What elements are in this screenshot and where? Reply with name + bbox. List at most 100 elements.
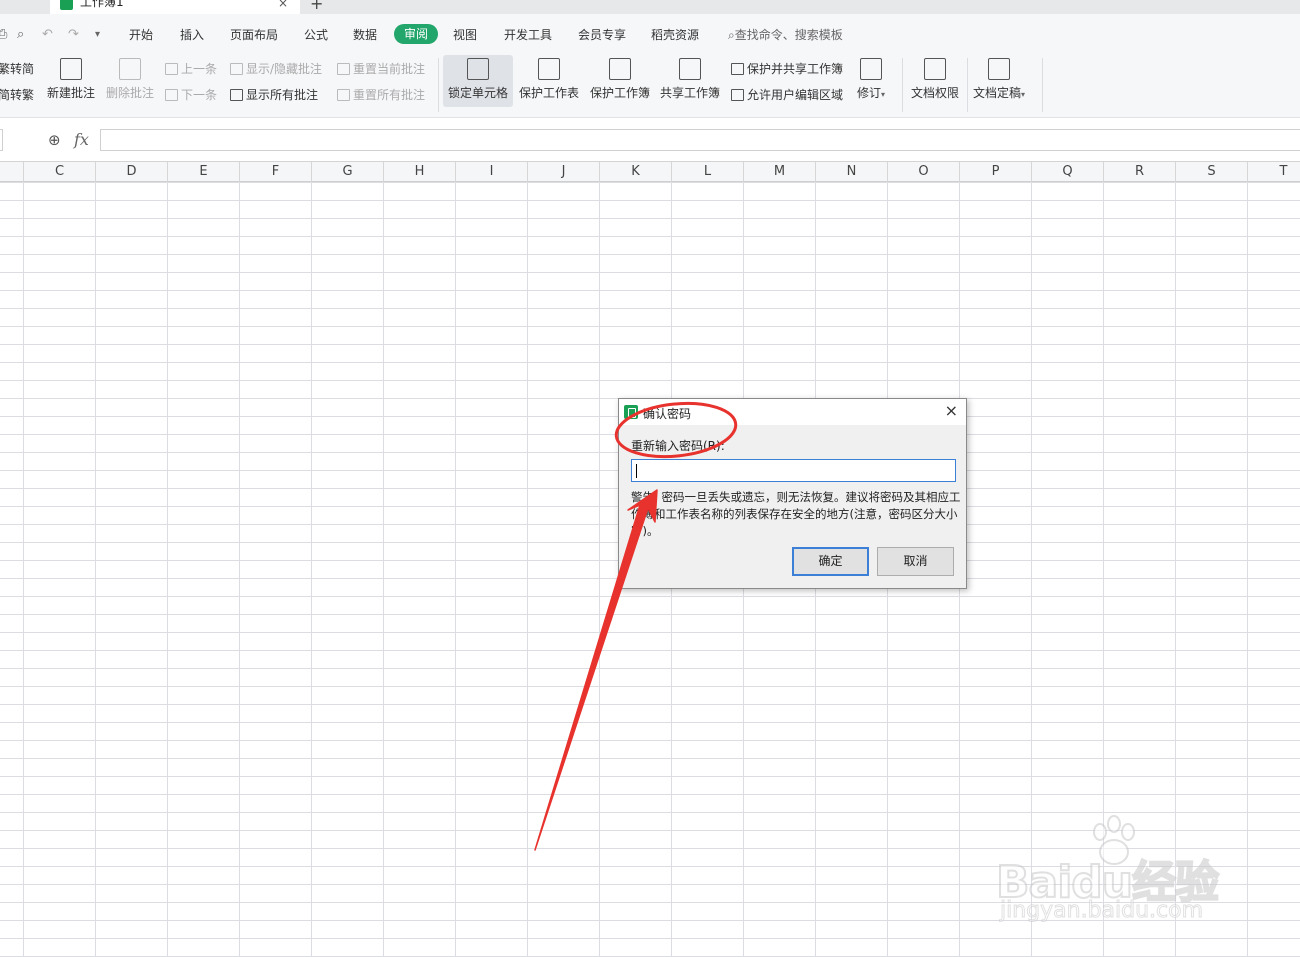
show-hide-comment-button[interactable]: 显示/隐藏批注 [230, 60, 322, 77]
command-search[interactable]: ⌕查找命令、搜索模板 [728, 26, 843, 43]
column-header-g[interactable]: G [312, 162, 384, 182]
ribbon-separator [438, 58, 439, 112]
name-box[interactable] [0, 129, 3, 151]
menu-docer[interactable]: 稻壳资源 [651, 26, 699, 43]
zoom-icon[interactable]: ⊕ [48, 131, 61, 149]
share-workbook-button[interactable]: 共享工作簿 [660, 58, 720, 101]
show-hide-comment-icon [230, 63, 243, 75]
simp-to-trad-button[interactable]: 简转繁 [0, 86, 34, 103]
protect-and-share-label: 保护并共享工作簿 [747, 62, 844, 76]
insert-function-icon[interactable]: fx [74, 130, 89, 149]
reset-all-comments-button[interactable]: 重置所有批注 [337, 86, 425, 103]
column-header-k[interactable]: K [600, 162, 672, 182]
column-header-e[interactable]: E [168, 162, 240, 182]
column-headers: C D E F G H I J K L M N O P Q R S T [0, 161, 1300, 182]
password-input[interactable] [631, 459, 956, 482]
new-tab-button[interactable]: + [310, 0, 323, 13]
reset-current-comment-icon [337, 63, 350, 75]
column-header-f[interactable]: F [240, 162, 312, 182]
ok-button[interactable]: 确定 [792, 547, 869, 576]
undo-icon[interactable]: ↶ [42, 27, 53, 42]
redo-icon[interactable]: ↷ [68, 27, 79, 42]
grid-line [383, 182, 384, 957]
prev-comment-icon [165, 63, 178, 75]
column-header-t[interactable]: T [1248, 162, 1300, 182]
print-preview-icon[interactable]: ⌕ [17, 27, 24, 42]
menu-formulas[interactable]: 公式 [304, 26, 328, 43]
grid-line [599, 182, 600, 957]
menu-view[interactable]: 视图 [453, 26, 477, 43]
show-hide-comment-label: 显示/隐藏批注 [246, 62, 323, 76]
grid-line [239, 182, 240, 957]
lock-cell-icon [467, 58, 489, 80]
menu-home[interactable]: 开始 [129, 26, 153, 43]
menu-insert[interactable]: 插入 [180, 26, 204, 43]
dialog-titlebar[interactable]: 确认密码 × [619, 399, 966, 425]
lock-cell-button[interactable]: 锁定单元格 [443, 55, 513, 107]
menu-review[interactable]: 审阅 [394, 24, 438, 44]
column-header-i[interactable]: I [456, 162, 528, 182]
baidu-jingyan-watermark: Baidu经验 jingyan.baidu.com [995, 812, 1236, 932]
column-header-s[interactable]: S [1176, 162, 1248, 182]
show-all-comments-icon [230, 89, 243, 101]
column-header-j[interactable]: J [528, 162, 600, 182]
cancel-button[interactable]: 取消 [877, 547, 954, 576]
text-caret [636, 464, 637, 478]
protect-sheet-button[interactable]: 保护工作表 [519, 58, 579, 101]
formula-input[interactable] [100, 129, 1300, 151]
column-header-partial[interactable] [0, 162, 24, 182]
menu-member[interactable]: 会员专享 [578, 26, 626, 43]
doc-permissions-button[interactable]: 文档权限 [911, 58, 959, 101]
trad-to-simp-button[interactable]: 繁转简 [0, 60, 34, 77]
reenter-password-label: 重新输入密码(R): [631, 439, 725, 453]
column-header-n[interactable]: N [816, 162, 888, 182]
protect-and-share-button[interactable]: 保护并共享工作簿 [731, 60, 843, 77]
quick-access-dropdown-icon[interactable]: ▾ [95, 29, 100, 40]
column-header-d[interactable]: D [96, 162, 168, 182]
column-header-r[interactable]: R [1104, 162, 1176, 182]
column-header-l[interactable]: L [672, 162, 744, 182]
allow-edit-ranges-button[interactable]: 允许用户编辑区域 [731, 86, 843, 103]
menu-developer[interactable]: 开发工具 [504, 26, 552, 43]
next-comment-button[interactable]: 下一条 [165, 86, 217, 103]
column-header-m[interactable]: M [744, 162, 816, 182]
close-icon[interactable]: × [945, 401, 958, 420]
grid-line [455, 182, 456, 957]
watermark-url: jingyan.baidu.com [999, 898, 1204, 924]
column-header-c[interactable]: C [24, 162, 96, 182]
menu-data[interactable]: 数据 [353, 26, 377, 43]
doc-finalize-button[interactable]: 文档定稿▾ [973, 58, 1025, 101]
save-icon[interactable]: ⎙ [0, 27, 7, 42]
track-changes-dropdown-icon: ▾ [881, 90, 886, 99]
doc-permissions-icon [924, 58, 946, 80]
column-header-q[interactable]: Q [1032, 162, 1104, 182]
menu-page-layout[interactable]: 页面布局 [230, 26, 278, 43]
doc-finalize-icon [988, 58, 1011, 80]
grid-line [1247, 182, 1248, 957]
new-comment-button[interactable]: 新建批注 [47, 58, 95, 101]
protect-sheet-label: 保护工作表 [519, 86, 580, 100]
show-all-comments-button[interactable]: 显示所有批注 [230, 86, 318, 103]
doc-finalize-label: 文档定稿 [973, 86, 1022, 100]
grid-line [527, 182, 528, 957]
delete-comment-button[interactable]: 删除批注 [106, 58, 154, 101]
ribbon-separator [902, 58, 903, 112]
protect-workbook-label: 保护工作簿 [590, 86, 651, 100]
doc-permissions-label: 文档权限 [911, 86, 960, 100]
column-header-p[interactable]: P [960, 162, 1032, 182]
close-tab-icon[interactable]: × [278, 0, 288, 10]
command-search-text: 查找命令、搜索模板 [734, 28, 843, 42]
column-header-h[interactable]: H [384, 162, 456, 182]
prev-comment-button[interactable]: 上一条 [165, 60, 217, 77]
reset-current-comment-button[interactable]: 重置当前批注 [337, 60, 425, 77]
new-comment-icon [60, 58, 82, 80]
tab-workbook[interactable]: 工作簿1 × [50, 0, 300, 14]
delete-comment-label: 删除批注 [106, 86, 155, 100]
tab-strip: 工作簿1 × + [0, 0, 1300, 14]
track-changes-button[interactable]: 修订▾ [857, 58, 885, 101]
column-header-o[interactable]: O [888, 162, 960, 182]
ribbon-separator [1042, 58, 1043, 112]
warning-text: 警告: 密码一旦丢失或遗忘，则无法恢复。建议将密码及其相应工作簿和工作表名称的列… [631, 490, 961, 538]
menu-bar: ⎙ ⌕ ↶ ↷ ▾ 开始 插入 页面布局 公式 数据 审阅 视图 开发工具 会员… [0, 14, 1300, 52]
protect-workbook-button[interactable]: 保护工作簿 [590, 58, 650, 101]
